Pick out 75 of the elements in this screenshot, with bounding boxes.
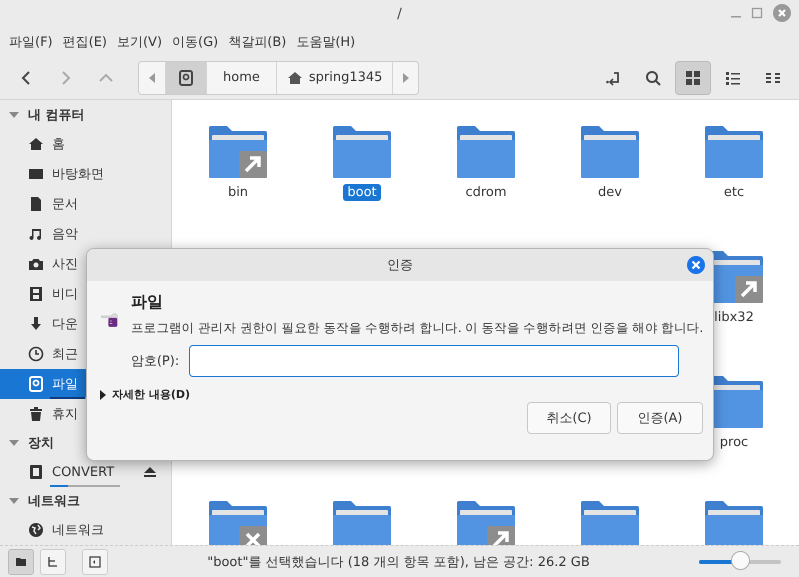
sidebar-item[interactable]: 음악 (0, 219, 171, 249)
file-name[interactable]: etc (720, 184, 748, 201)
file-name[interactable]: libx32 (710, 309, 758, 326)
breadcrumb-button[interactable]: spring1345 (276, 62, 392, 94)
close-icon (773, 4, 791, 22)
sidebar-icon (89, 556, 101, 568)
password-label: 암호(P): (130, 353, 180, 370)
list-icon (725, 70, 741, 86)
home-icon (286, 70, 303, 86)
breadcrumb-button[interactable] (165, 62, 206, 94)
maximize-icon (751, 7, 763, 19)
film-icon (28, 286, 44, 302)
file-name[interactable]: bin (224, 184, 252, 201)
file-name[interactable]: boot (343, 184, 381, 201)
menu-item[interactable]: 편집(E) (58, 33, 112, 51)
file-name[interactable]: dev (594, 184, 626, 201)
enter-icon (605, 70, 621, 86)
dialog-button[interactable]: 인증(A) (617, 402, 703, 434)
folder-icon (455, 124, 517, 178)
zoom-slider-thumb[interactable] (731, 550, 750, 570)
close-icon (691, 260, 701, 270)
menu-item[interactable]: 책갈피(B) (223, 33, 292, 51)
close-button[interactable] (687, 256, 705, 274)
chip-icon (28, 464, 44, 480)
file-name[interactable]: cdrom (461, 184, 511, 201)
status-text: "boot"를 선택했습니다 (18 개의 항목 포함), 남은 공간: 26.2 GB (206, 554, 591, 570)
file-name[interactable]: proc (716, 434, 752, 451)
sidebar-item[interactable]: CONVERT (0, 457, 171, 487)
drive-icon (178, 70, 194, 86)
sidebar-toggle-button[interactable] (82, 548, 108, 574)
sidebar-item[interactable]: 사진 (0, 249, 171, 279)
minimize-icon (731, 16, 741, 18)
menu-item[interactable]: 도움말(H) (291, 33, 360, 51)
sidebar-item[interactable]: 바탕화면 (0, 159, 171, 189)
menu-item[interactable]: 이동(G) (167, 33, 224, 51)
sidebar-item[interactable]: 홈 (0, 129, 171, 159)
trash-icon (28, 406, 44, 422)
places-button[interactable] (8, 548, 34, 574)
breadcrumb-button[interactable]: home (206, 62, 276, 94)
sidebar-item[interactable]: 휴지 (0, 399, 171, 429)
sidebar-item[interactable]: 문서 (0, 189, 171, 219)
clock-icon (28, 346, 44, 362)
search-icon (645, 70, 661, 86)
dialog-title: 인증 (387, 257, 413, 274)
left-arrow-icon (148, 72, 156, 84)
home-icon (28, 136, 44, 152)
music-icon (28, 226, 44, 242)
folder-icon (331, 124, 393, 178)
folder-icon (579, 124, 641, 178)
monitor-icon (28, 166, 44, 182)
dialog-heading: 파일 (130, 292, 164, 313)
dialog-message: 프로그램이 관리자 권한이 필요한 동작을 수행하려 합니다. 이 동작을 수행하려면 인증을 해야 합니다. (130, 320, 703, 337)
folder-icon (15, 556, 27, 568)
sidebar-section-header[interactable]: 장치 (0, 429, 171, 457)
view-mode-button[interactable] (675, 60, 711, 94)
camera-icon (28, 256, 44, 272)
dialog-button[interactable]: 취소(C) (527, 402, 611, 434)
drive-icon (28, 376, 44, 392)
menu-item[interactable]: 보기(V) (112, 33, 168, 51)
grid-icon (685, 70, 701, 86)
tree-button[interactable] (40, 548, 66, 574)
sidebar-item[interactable]: 네트워크 (0, 515, 171, 545)
folder-icon (207, 124, 269, 178)
menu-item[interactable]: 파일(F) (4, 33, 58, 51)
sidebar-section-header[interactable]: 내 컴퓨터 (0, 101, 171, 129)
expander-icon (99, 390, 107, 400)
window-title: / (397, 6, 402, 22)
tree-icon (47, 556, 59, 568)
download-icon (28, 316, 44, 332)
sidebar-section-header[interactable]: 네트워크 (0, 487, 171, 515)
globe-icon (28, 522, 44, 538)
right-arrow-icon (402, 72, 410, 84)
document-icon (28, 196, 44, 212)
folder-icon (703, 124, 765, 178)
password-field[interactable] (189, 345, 680, 377)
